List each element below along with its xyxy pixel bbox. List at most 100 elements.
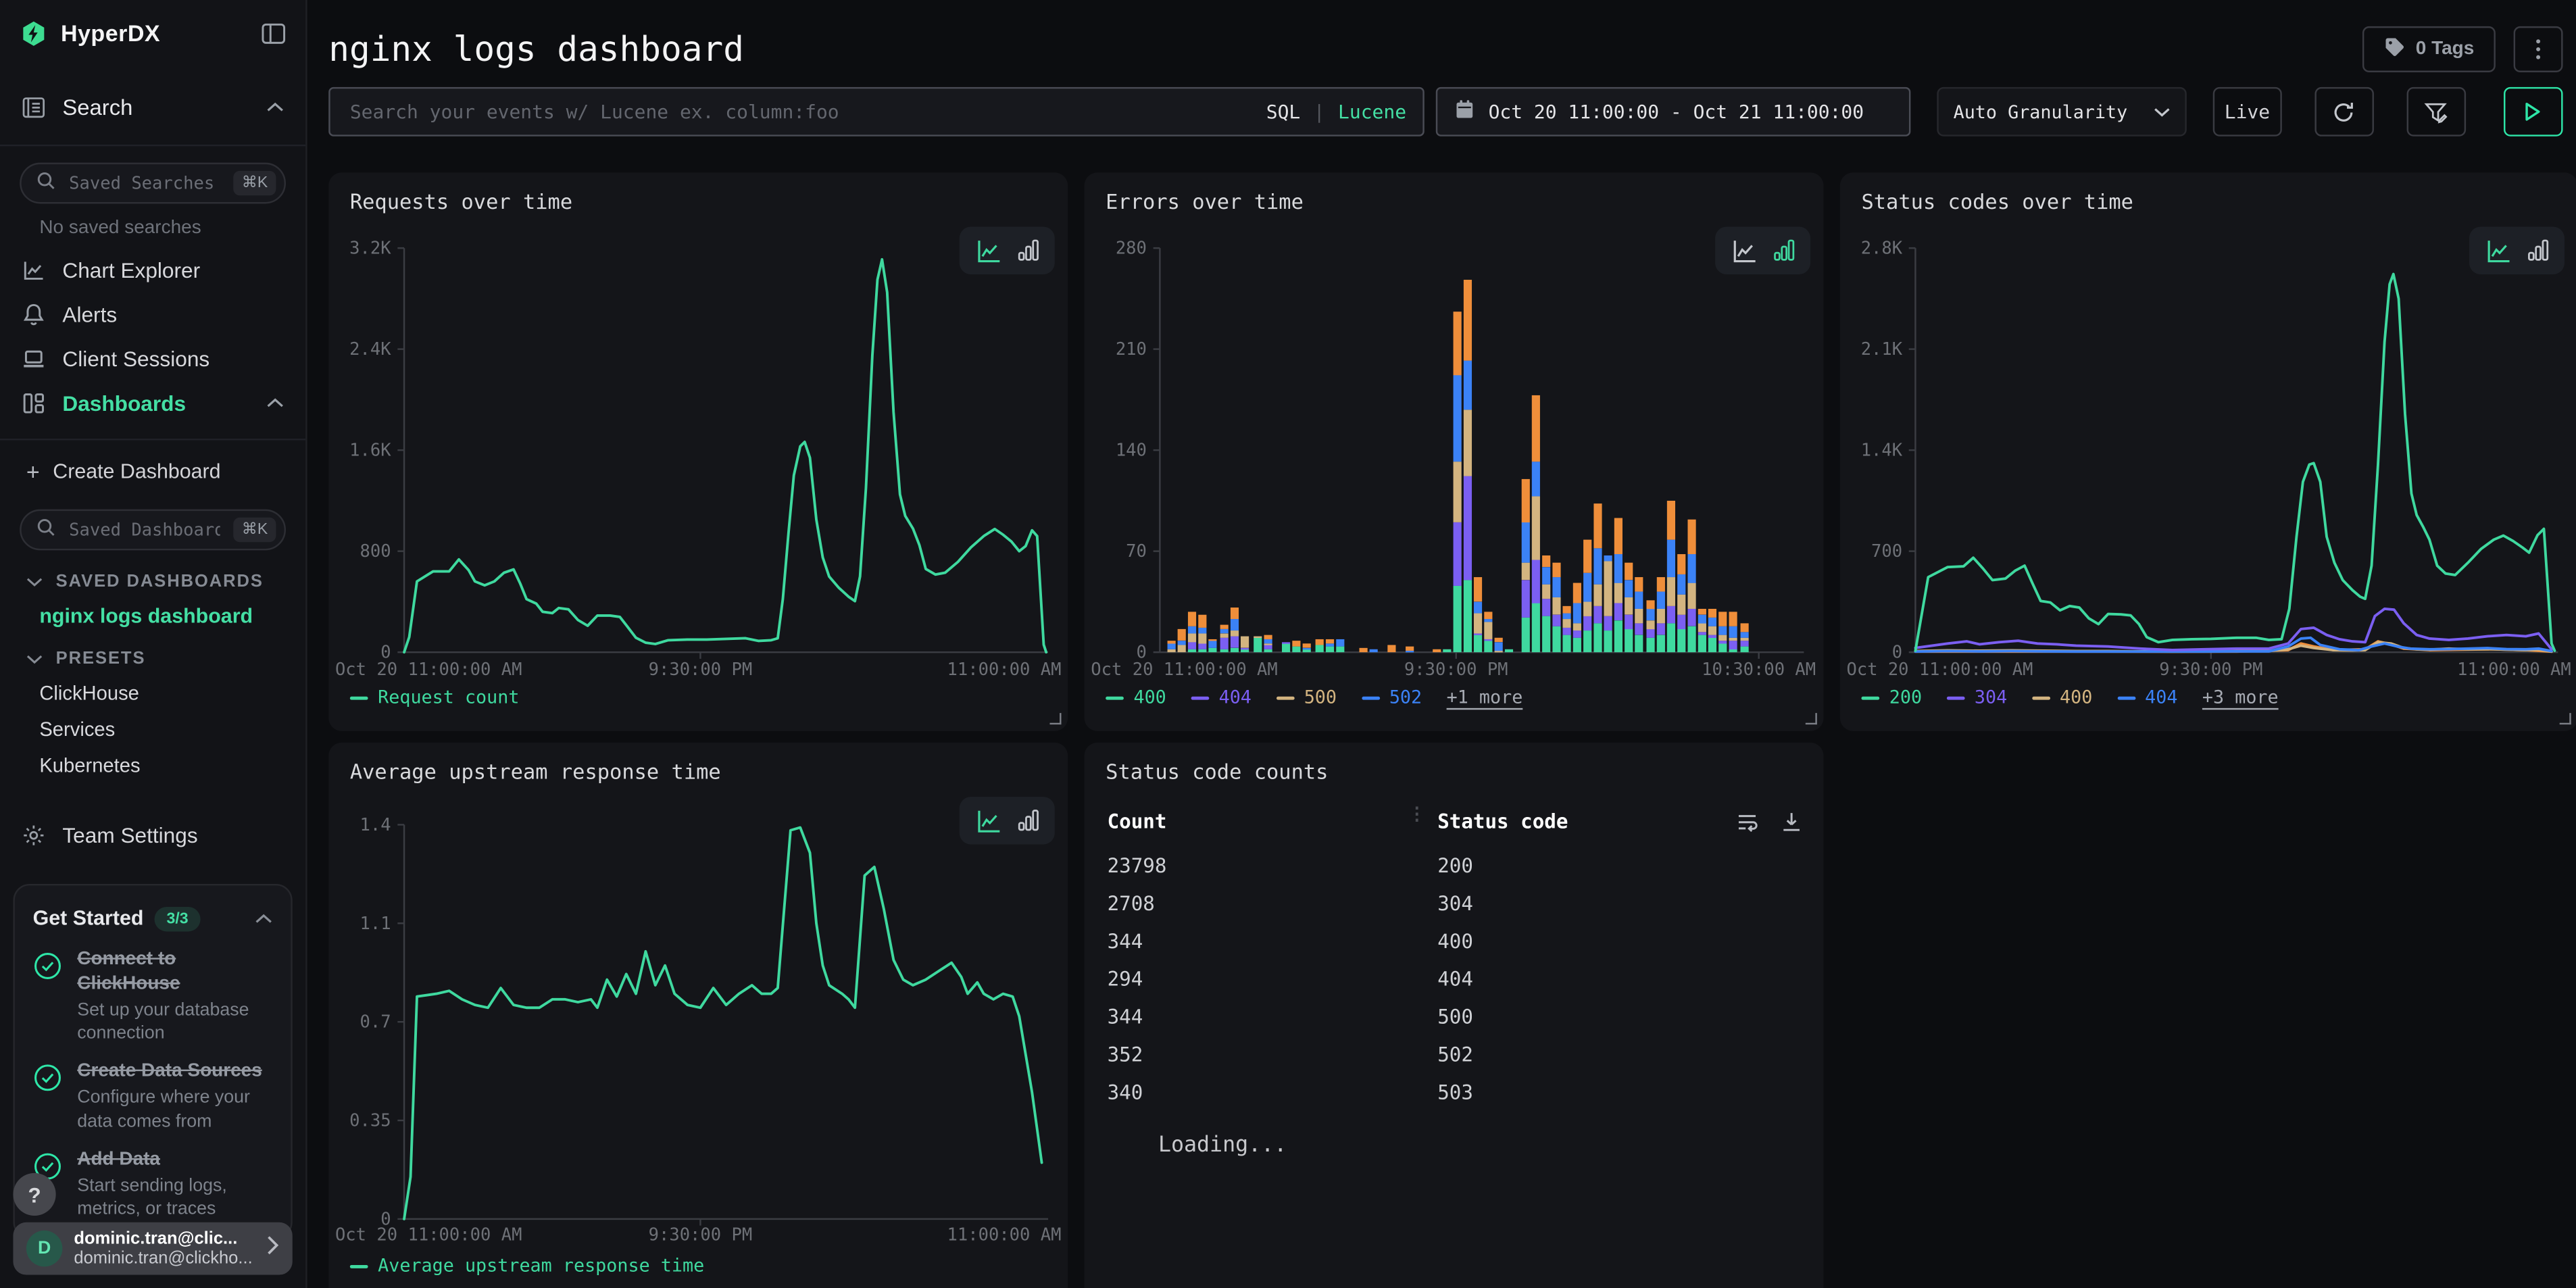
sidebar-item-dashboards[interactable]: Dashboards: [0, 381, 305, 426]
sidebar-item-client-sessions[interactable]: Client Sessions: [0, 337, 305, 381]
svg-text:3.2K: 3.2K: [349, 239, 391, 259]
filter-button[interactable]: [2406, 87, 2466, 137]
sidebar-item-services[interactable]: Services: [39, 718, 305, 741]
errors-chart-canvas[interactable]: 070140210280Oct 20 11:00:00 AM9:30:00 PM…: [1085, 172, 1824, 731]
time-range-picker[interactable]: Oct 20 11:00:00 - Oct 21 11:00:00: [1436, 87, 1911, 137]
sidebar-collapse-icon[interactable]: [262, 22, 286, 44]
sidebar-item-alerts[interactable]: Alerts: [0, 293, 305, 337]
sidebar-item-nginx-logs-dashboard[interactable]: nginx logs dashboard: [39, 605, 305, 628]
sidebar-item-chart-explorer[interactable]: Chart Explorer: [0, 248, 305, 293]
line-chart-toggle-icon[interactable]: [1731, 237, 1757, 264]
legend-more-link[interactable]: +1 more: [1447, 687, 1523, 708]
bar-chart-toggle-icon[interactable]: [1772, 239, 1795, 263]
live-button[interactable]: Live: [2213, 87, 2281, 137]
chart-type-toggle: [960, 797, 1055, 845]
granularity-select[interactable]: Auto Granularity: [1937, 87, 2187, 137]
line-chart-toggle-icon[interactable]: [975, 808, 1001, 834]
mode-separator: |: [1314, 100, 1325, 123]
no-saved-searches-note: No saved searches: [39, 218, 305, 238]
refresh-button[interactable]: [2314, 87, 2374, 137]
sidebar-item-search[interactable]: Search: [0, 82, 305, 132]
sidebar-item-kubernetes[interactable]: Kubernetes: [39, 754, 305, 777]
saved-searches-input[interactable]: [66, 172, 224, 195]
legend-item-average-upstream-response-time[interactable]: Average upstream response time: [350, 1255, 704, 1277]
panel-resize-handle[interactable]: [2560, 713, 2571, 724]
svg-text:11:00:00 AM: 11:00:00 AM: [2457, 660, 2571, 680]
kebab-menu-button[interactable]: [2514, 26, 2563, 72]
presets-group-header[interactable]: PRESETS: [26, 649, 305, 668]
legend-item-304[interactable]: 304: [1947, 687, 2008, 708]
gear-icon: [22, 823, 46, 847]
table-row: 2708304: [1085, 885, 1824, 923]
legend-item-200[interactable]: 200: [1861, 687, 1922, 708]
column-header-count[interactable]: Count: [1108, 810, 1167, 833]
upstream-chart-canvas[interactable]: 00.350.71.11.4Oct 20 11:00:00 AM9:30:00 …: [328, 743, 1068, 1288]
hyperdx-app: HyperDX Search ⌘K No saved searches: [0, 0, 2576, 1288]
table-row: 344500: [1085, 999, 1824, 1037]
get-started-step-add-data[interactable]: Add Data Start sending logs, metrics, or…: [33, 1148, 273, 1221]
main-content: nginx logs dashboard 0 Tags SQL | Lucene…: [309, 0, 2576, 1288]
svg-text:10:30:00 AM: 10:30:00 AM: [1702, 660, 1816, 680]
loading-indicator: Loading...: [1158, 1133, 1287, 1158]
download-icon[interactable]: [1779, 810, 1804, 840]
bar-chart-toggle-icon[interactable]: [2526, 239, 2549, 263]
bar-chart-toggle-icon[interactable]: [1016, 808, 1039, 833]
tags-button-label: 0 Tags: [2416, 39, 2474, 58]
sidebar-item-label: Team Settings: [62, 823, 197, 847]
legend-item-502[interactable]: 502: [1361, 687, 1422, 708]
tags-button[interactable]: 0 Tags: [2363, 26, 2496, 72]
help-button[interactable]: ?: [13, 1173, 55, 1216]
legend-item-404[interactable]: 404: [2117, 687, 2178, 708]
column-resize-handle[interactable]: ⋮: [1408, 807, 1426, 822]
line-chart-toggle-icon[interactable]: [975, 237, 1001, 264]
bar-chart-toggle-icon[interactable]: [1016, 239, 1039, 263]
svg-text:700: 700: [1871, 541, 1902, 562]
svg-text:800: 800: [360, 541, 391, 562]
kebab-icon: [2535, 37, 2542, 60]
saved-dashboards-group-header[interactable]: SAVED DASHBOARDS: [26, 572, 305, 591]
lucene-mode-toggle[interactable]: Lucene: [1338, 100, 1406, 123]
legend-item-400[interactable]: 400: [1106, 687, 1166, 708]
svg-text:11:00:00 AM: 11:00:00 AM: [947, 660, 1062, 680]
chart-legend: 200 304 400 404 +3 more: [1861, 687, 2278, 708]
brand-name: HyperDX: [61, 20, 248, 46]
saved-dashboards-input[interactable]: [66, 518, 224, 541]
svg-text:Oct 20 11:00:00 AM: Oct 20 11:00:00 AM: [1847, 660, 2033, 680]
step-description: Set up your database connection: [77, 999, 272, 1046]
legend-item-request-count[interactable]: Request count: [350, 687, 520, 708]
legend-item-404[interactable]: 404: [1191, 687, 1252, 708]
event-search-input[interactable]: [347, 99, 1253, 125]
sql-mode-toggle[interactable]: SQL: [1266, 100, 1301, 123]
legend-item-500[interactable]: 500: [1276, 687, 1337, 708]
legend-more-link[interactable]: +3 more: [2202, 687, 2279, 708]
requests-chart-canvas[interactable]: 08001.6K2.4K3.2KOct 20 11:00:00 AM9:30:0…: [328, 172, 1068, 731]
run-query-button[interactable]: [2504, 87, 2563, 137]
step-description: Start sending logs, metrics, or traces: [77, 1174, 272, 1222]
line-chart-toggle-icon[interactable]: [2485, 237, 2511, 264]
get-started-step-connect[interactable]: Connect to ClickHouse Set up your databa…: [33, 948, 273, 1046]
panel-resize-handle[interactable]: [1806, 713, 1817, 724]
bell-icon: [22, 302, 46, 326]
text-wrap-icon[interactable]: [1735, 810, 1759, 840]
chevron-up-icon[interactable]: [255, 903, 273, 933]
hyperdx-logo-icon: [20, 19, 47, 47]
legend-item-400[interactable]: 400: [2032, 687, 2093, 708]
step-title: Add Data: [77, 1148, 272, 1172]
get-started-step-sources[interactable]: Create Data Sources Configure where your…: [33, 1060, 273, 1133]
panel-resize-handle[interactable]: [1049, 713, 1061, 724]
create-dashboard-button[interactable]: + Create Dashboard: [0, 450, 305, 493]
sidebar-item-clickhouse[interactable]: ClickHouse: [39, 682, 305, 705]
panel-title: Errors over time: [1106, 189, 1304, 214]
viewport: HyperDX Search ⌘K No saved searches: [0, 0, 2576, 1288]
chevron-up-icon: [266, 101, 284, 113]
time-range-value: Oct 20 11:00:00 - Oct 21 11:00:00: [1489, 100, 1864, 123]
magnifier-icon: [36, 168, 55, 198]
column-header-status-code[interactable]: Status code: [1437, 810, 1568, 833]
user-account-card[interactable]: D dominic.tran@clic... dominic.tran@clic…: [13, 1222, 292, 1275]
svg-text:0.35: 0.35: [349, 1111, 391, 1131]
status-codes-chart-canvas[interactable]: 07001.4K2.1K2.8KOct 20 11:00:00 AM9:30:0…: [1840, 172, 2576, 731]
svg-text:2.1K: 2.1K: [1861, 339, 1903, 360]
table-row: 23798200: [1085, 847, 1824, 885]
sidebar-item-team-settings[interactable]: Team Settings: [0, 813, 305, 858]
chevron-right-icon: [266, 1234, 279, 1264]
